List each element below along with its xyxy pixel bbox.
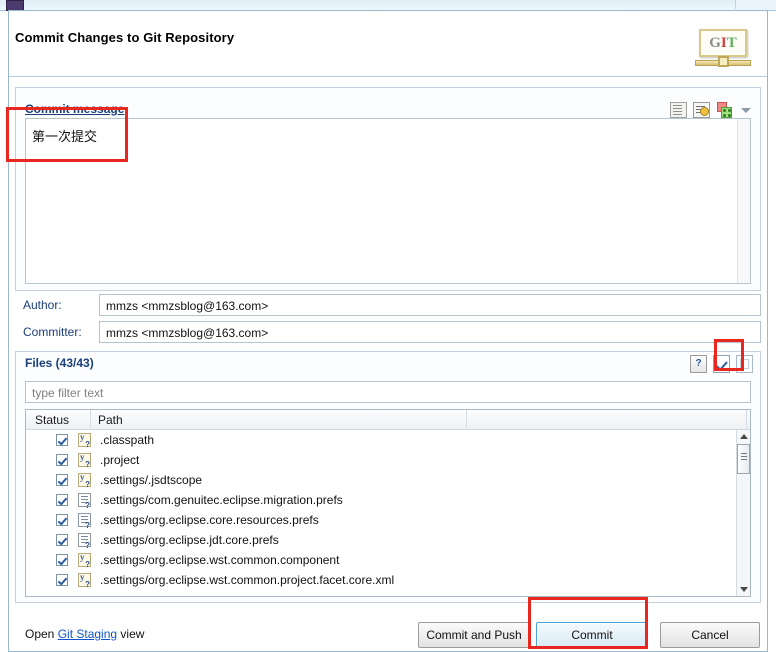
page-title: Commit Changes to Git Repository xyxy=(15,30,235,45)
row-checkbox[interactable] xyxy=(56,554,68,566)
amend-commit-icon[interactable] xyxy=(693,102,710,118)
chevron-down-icon[interactable] xyxy=(739,102,753,118)
commit-message-label: Commit message xyxy=(25,102,125,116)
commit-button[interactable]: Commit xyxy=(536,622,648,648)
git-logo-letter-t: T xyxy=(726,34,737,51)
row-checkbox[interactable] xyxy=(56,474,68,486)
row-checkbox[interactable] xyxy=(56,574,68,586)
author-label: Author: xyxy=(23,298,62,312)
window-controls[interactable] xyxy=(735,0,776,9)
row-path: .settings/org.eclipse.wst.common.project… xyxy=(100,573,395,587)
scroll-up-arrow-icon[interactable] xyxy=(737,430,750,443)
column-divider xyxy=(90,410,91,430)
commit-message-scrollbar[interactable] xyxy=(737,119,750,283)
table-row[interactable]: .settings/org.eclipse.wst.common.compone… xyxy=(26,550,736,570)
prefs-file-icon xyxy=(78,533,91,550)
files-table-header: Status Path xyxy=(26,410,750,430)
table-row[interactable]: .settings/.jsdtscope xyxy=(26,470,736,490)
open-prefix: Open xyxy=(25,627,58,641)
untracked-file-icon xyxy=(78,432,91,449)
commit-and-push-button[interactable]: Commit and Push xyxy=(418,622,530,648)
scroll-thumb[interactable] xyxy=(737,444,750,474)
open-suffix: view xyxy=(117,627,145,641)
deselect-all-checkbox[interactable] xyxy=(736,355,753,373)
author-value: mmzs <mmzsblog@163.com> xyxy=(106,299,269,313)
row-checkbox[interactable] xyxy=(56,454,68,466)
row-path: .project xyxy=(100,453,140,467)
commit-message-box[interactable]: 第一次提交 xyxy=(25,118,751,284)
untracked-file-icon xyxy=(78,472,91,489)
table-row[interactable]: .settings/org.eclipse.wst.common.project… xyxy=(26,570,736,590)
column-divider xyxy=(746,410,747,430)
files-label: Files (43/43) xyxy=(25,356,94,370)
untracked-file-icon xyxy=(78,552,91,569)
author-row: Author: mmzs <mmzsblog@163.com> xyxy=(15,294,761,316)
row-path: .settings/org.eclipse.wst.common.compone… xyxy=(100,553,340,567)
table-row[interactable]: .settings/com.genuitec.eclipse.migration… xyxy=(26,490,736,510)
row-checkbox[interactable] xyxy=(56,534,68,546)
select-all-checkbox[interactable] xyxy=(713,355,730,373)
row-path: .settings/com.genuitec.eclipse.migration… xyxy=(100,493,343,507)
prefs-file-icon xyxy=(78,493,91,510)
committer-label: Committer: xyxy=(23,325,82,339)
table-row[interactable]: .settings/org.eclipse.jdt.core.prefs xyxy=(26,530,736,550)
prefs-file-icon xyxy=(78,513,91,530)
help-icon[interactable] xyxy=(690,355,707,373)
commit-message-toolbar xyxy=(670,101,753,119)
files-table-body: .classpath .project .settings/.jsdtscope .s… xyxy=(26,430,736,596)
committer-row: Committer: mmzs <mmzsblog@163.com> xyxy=(15,321,761,343)
commit-dialog: Commit Changes to Git Repository GIT Com… xyxy=(8,10,768,652)
add-signed-off-icon[interactable] xyxy=(716,102,733,118)
committer-value: mmzs <mmzsblog@163.com> xyxy=(106,326,269,340)
row-path: .settings/org.eclipse.core.resources.pre… xyxy=(100,513,319,527)
committer-field[interactable]: mmzs <mmzsblog@163.com> xyxy=(99,321,761,343)
git-staging-link[interactable]: Git Staging xyxy=(58,627,117,641)
author-field[interactable]: mmzs <mmzsblog@163.com> xyxy=(99,294,761,316)
dialog-header: Commit Changes to Git Repository GIT xyxy=(9,11,767,77)
open-git-staging-text: Open Git Staging view xyxy=(25,627,144,641)
table-row[interactable]: .project xyxy=(26,450,736,470)
row-path: .classpath xyxy=(100,433,155,447)
column-header-status[interactable]: Status xyxy=(35,413,69,427)
row-checkbox[interactable] xyxy=(56,494,68,506)
files-toolbar xyxy=(690,355,753,373)
cancel-button[interactable]: Cancel xyxy=(660,622,760,648)
column-header-path[interactable]: Path xyxy=(98,413,123,427)
row-path: .settings/.jsdtscope xyxy=(100,473,203,487)
commit-message-text: 第一次提交 xyxy=(32,130,98,145)
files-table-scrollbar[interactable] xyxy=(736,430,750,596)
row-path: .settings/org.eclipse.jdt.core.prefs xyxy=(100,533,279,547)
git-logo-knob xyxy=(718,56,729,67)
untracked-file-icon xyxy=(78,452,91,469)
row-checkbox[interactable] xyxy=(56,514,68,526)
git-logo-letter-g: G xyxy=(709,34,721,51)
table-row[interactable]: .settings/org.eclipse.core.resources.pre… xyxy=(26,510,736,530)
column-divider xyxy=(466,410,467,430)
untracked-file-icon xyxy=(78,572,91,589)
git-logo-icon: GIT xyxy=(695,29,753,71)
sign-commit-icon[interactable] xyxy=(670,102,687,118)
files-table: Status Path .classpath .project .settings/… xyxy=(25,409,751,597)
row-checkbox[interactable] xyxy=(56,434,68,446)
git-logo-box: GIT xyxy=(699,29,747,57)
table-row[interactable]: .classpath xyxy=(26,430,736,450)
filter-placeholder: type filter text xyxy=(32,386,104,400)
filter-input[interactable]: type filter text xyxy=(25,381,751,403)
scroll-down-arrow-icon[interactable] xyxy=(737,583,750,596)
